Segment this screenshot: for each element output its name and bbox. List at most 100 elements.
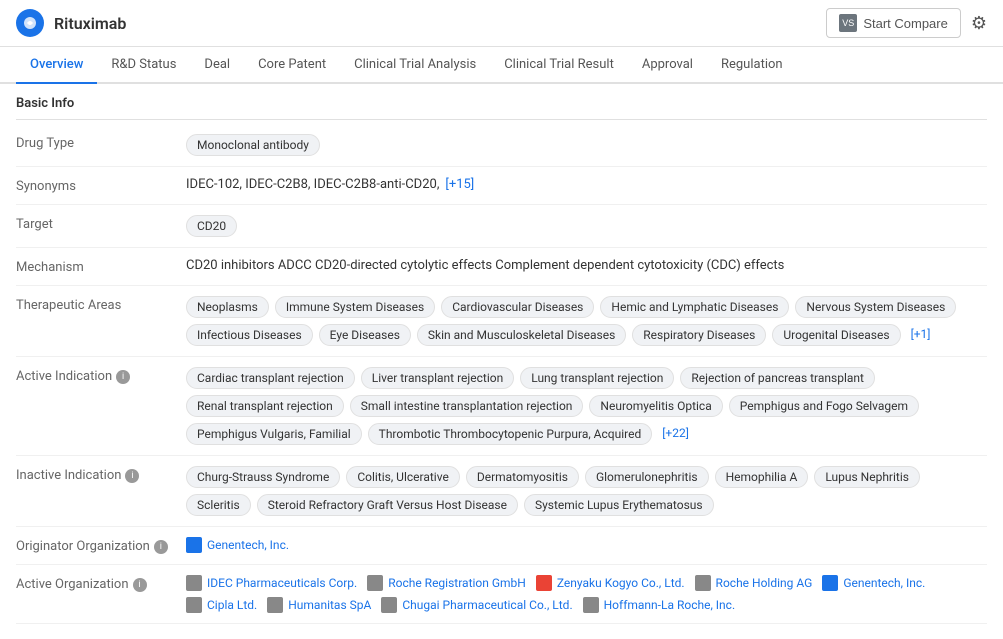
org-logo-hoffmann	[583, 597, 599, 613]
ta-tag-immune[interactable]: Immune System Diseases	[275, 296, 435, 318]
ai-tag-renal[interactable]: Renal transplant rejection	[186, 395, 344, 417]
ii-tag-colitis[interactable]: Colitis, Ulcerative	[346, 466, 460, 488]
tab-deal[interactable]: Deal	[190, 47, 244, 84]
header: Rituximab VS Start Compare ⚙	[0, 0, 1003, 47]
originator-org-info-icon[interactable]: i	[154, 540, 168, 554]
org-roche-registration: Roche Registration GmbH	[367, 575, 526, 591]
org-name-genentech-active[interactable]: Genentech, Inc.	[843, 576, 925, 590]
org-logo-humanitas	[267, 597, 283, 613]
active-indication-info-icon[interactable]: i	[116, 370, 130, 384]
row-active-org: Active Organization i IDEC Pharmaceutica…	[16, 565, 987, 624]
ai-tag-liver[interactable]: Liver transplant rejection	[361, 367, 515, 389]
ta-tag-neoplasms[interactable]: Neoplasms	[186, 296, 269, 318]
row-target: Target CD20	[16, 205, 987, 248]
ii-tag-churg[interactable]: Churg-Strauss Syndrome	[186, 466, 340, 488]
settings-icon[interactable]: ⚙	[971, 13, 987, 34]
ta-tag-respiratory[interactable]: Respiratory Diseases	[632, 324, 766, 346]
org-logo-roche-holding	[695, 575, 711, 591]
value-originator-org: Genentech, Inc.	[186, 537, 987, 553]
compare-button[interactable]: VS Start Compare	[826, 8, 961, 38]
row-drug-type: Drug Type Monoclonal antibody	[16, 124, 987, 167]
org-name-hoffmann[interactable]: Hoffmann-La Roche, Inc.	[604, 598, 736, 612]
ai-tag-small-intestine[interactable]: Small intestine transplantation rejectio…	[350, 395, 584, 417]
value-synonyms: IDEC-102, IDEC-C2B8, IDEC-C2B8-anti-CD20…	[186, 177, 987, 192]
synonyms-text: IDEC-102, IDEC-C2B8, IDEC-C2B8-anti-CD20…	[186, 177, 439, 192]
drug-icon	[16, 9, 44, 37]
org-name-chugai[interactable]: Chugai Pharmaceutical Co., Ltd.	[402, 598, 572, 612]
org-genentech-originator: Genentech, Inc.	[186, 537, 289, 553]
org-cipla: Cipla Ltd.	[186, 597, 257, 613]
org-logo-zenyaku	[536, 575, 552, 591]
org-name-humanitas[interactable]: Humanitas SpA	[288, 598, 371, 612]
label-active-org: Active Organization i	[16, 575, 186, 592]
row-inactive-org: Inactive Organization i Roche Pharma AG …	[16, 624, 987, 633]
ai-tag-thrombotic[interactable]: Thrombotic Thrombocytopenic Purpura, Acq…	[368, 423, 653, 445]
ta-tag-hemic[interactable]: Hemic and Lymphatic Diseases	[600, 296, 789, 318]
tab-approval[interactable]: Approval	[628, 47, 707, 84]
org-name-idec[interactable]: IDEC Pharmaceuticals Corp.	[207, 576, 357, 590]
value-active-indication: Cardiac transplant rejection Liver trans…	[186, 367, 987, 445]
ii-tag-systemic-lupus[interactable]: Systemic Lupus Erythematosus	[524, 494, 714, 516]
org-name-cipla[interactable]: Cipla Ltd.	[207, 598, 257, 612]
org-name-zenyaku[interactable]: Zenyaku Kogyo Co., Ltd.	[557, 576, 685, 590]
org-humanitas: Humanitas SpA	[267, 597, 371, 613]
active-org-info-icon[interactable]: i	[133, 578, 147, 592]
row-therapeutic-areas: Therapeutic Areas Neoplasms Immune Syste…	[16, 286, 987, 357]
org-idec: IDEC Pharmaceuticals Corp.	[186, 575, 357, 591]
ta-tag-skin[interactable]: Skin and Musculoskeletal Diseases	[417, 324, 626, 346]
inactive-indication-info-icon[interactable]: i	[125, 469, 139, 483]
synonyms-more-link[interactable]: [+15]	[445, 177, 474, 192]
value-mechanism: CD20 inhibitors ADCC CD20-directed cytol…	[186, 258, 987, 273]
tab-regulation[interactable]: Regulation	[707, 47, 797, 84]
org-logo-genentech	[186, 537, 202, 553]
org-logo-chugai	[381, 597, 397, 613]
org-roche-holding: Roche Holding AG	[695, 575, 813, 591]
ta-more-link[interactable]: [+1]	[907, 324, 935, 344]
value-inactive-indication: Churg-Strauss Syndrome Colitis, Ulcerati…	[186, 466, 987, 516]
ta-tag-cardiovascular[interactable]: Cardiovascular Diseases	[441, 296, 594, 318]
row-originator-org: Originator Organization i Genentech, Inc…	[16, 527, 987, 565]
ta-tag-eye[interactable]: Eye Diseases	[319, 324, 411, 346]
org-hoffmann: Hoffmann-La Roche, Inc.	[583, 597, 736, 613]
ai-tag-lung[interactable]: Lung transplant rejection	[520, 367, 674, 389]
ii-tag-glomerulo[interactable]: Glomerulonephritis	[585, 466, 709, 488]
compare-icon: VS	[839, 14, 857, 32]
org-chugai: Chugai Pharmaceutical Co., Ltd.	[381, 597, 572, 613]
org-logo-roche-reg	[367, 575, 383, 591]
tab-clinical-trial-analysis[interactable]: Clinical Trial Analysis	[340, 47, 490, 84]
org-genentech-active: Genentech, Inc.	[822, 575, 925, 591]
value-active-org: IDEC Pharmaceuticals Corp. Roche Registr…	[186, 575, 987, 613]
ai-tag-pemphigus-fogo[interactable]: Pemphigus and Fogo Selvagem	[729, 395, 919, 417]
label-therapeutic-areas: Therapeutic Areas	[16, 296, 186, 313]
org-logo-idec	[186, 575, 202, 591]
tab-clinical-trial-result[interactable]: Clinical Trial Result	[490, 47, 628, 84]
ai-tag-neuromyelitis[interactable]: Neuromyelitis Optica	[589, 395, 722, 417]
ii-tag-steroid[interactable]: Steroid Refractory Graft Versus Host Dis…	[257, 494, 518, 516]
row-active-indication: Active Indication i Cardiac transplant r…	[16, 357, 987, 456]
org-name-roche-holding[interactable]: Roche Holding AG	[716, 576, 813, 590]
ii-tag-lupus-nephritis[interactable]: Lupus Nephritis	[814, 466, 920, 488]
ai-tag-pancreas[interactable]: Rejection of pancreas transplant	[680, 367, 875, 389]
ai-tag-pemphigus-vulgaris[interactable]: Pemphigus Vulgaris, Familial	[186, 423, 362, 445]
ai-more-link[interactable]: [+22]	[658, 423, 693, 443]
ai-tag-cardiac[interactable]: Cardiac transplant rejection	[186, 367, 355, 389]
value-drug-type: Monoclonal antibody	[186, 134, 987, 156]
label-target: Target	[16, 215, 186, 232]
ta-tag-nervous[interactable]: Nervous System Diseases	[795, 296, 956, 318]
org-name-genentech-originator[interactable]: Genentech, Inc.	[207, 538, 289, 552]
row-inactive-indication: Inactive Indication i Churg-Strauss Synd…	[16, 456, 987, 527]
label-originator-org: Originator Organization i	[16, 537, 186, 554]
ii-tag-scleritis[interactable]: Scleritis	[186, 494, 251, 516]
label-synonyms: Synonyms	[16, 177, 186, 194]
ii-tag-hemophilia[interactable]: Hemophilia A	[715, 466, 809, 488]
ii-tag-dermato[interactable]: Dermatomyositis	[466, 466, 579, 488]
mechanism-text: CD20 inhibitors ADCC CD20-directed cytol…	[186, 258, 784, 273]
ta-tag-infectious[interactable]: Infectious Diseases	[186, 324, 313, 346]
tab-core-patent[interactable]: Core Patent	[244, 47, 340, 84]
ta-tag-urogenital[interactable]: Urogenital Diseases	[772, 324, 900, 346]
org-name-roche-registration[interactable]: Roche Registration GmbH	[388, 576, 526, 590]
label-drug-type: Drug Type	[16, 134, 186, 151]
tab-rd-status[interactable]: R&D Status	[97, 47, 190, 84]
tab-overview[interactable]: Overview	[16, 47, 97, 84]
org-logo-cipla	[186, 597, 202, 613]
